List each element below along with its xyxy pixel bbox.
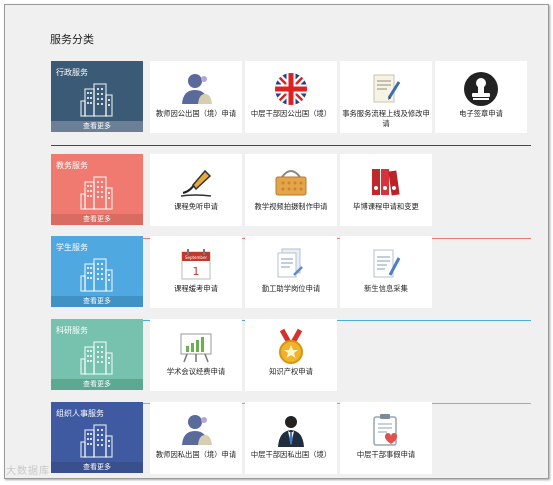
service-label: 新生信息采集 — [364, 284, 408, 293]
service-card[interactable]: 中层干部因公出国（境） — [245, 61, 337, 133]
category-block: 组织人事服务查看更多 — [51, 402, 143, 473]
person-icon — [177, 70, 215, 108]
service-label: 课程免听申请 — [174, 202, 218, 211]
building-icon — [80, 176, 113, 210]
watermark: 大数据库 — [6, 466, 50, 477]
category-name: 组织人事服务 — [56, 409, 104, 418]
window-frame: 服务分类 行政服务 查看更多 教师因公出国（境）申请 中层干部因公出国（境） 事务服务流… — [4, 4, 549, 479]
svg-text:1: 1 — [193, 265, 200, 278]
view-more-link[interactable]: 查看更多 — [51, 462, 143, 473]
service-card[interactable]: 知识产权申请 — [245, 319, 337, 391]
service-card[interactable]: September 1 课程缓考申请 — [150, 236, 242, 308]
service-label: 知识产权申请 — [269, 367, 313, 376]
building-icon — [80, 341, 113, 375]
service-card[interactable]: 教师因公出国（境）申请 — [150, 61, 242, 133]
binders-icon — [367, 163, 405, 201]
view-more-link[interactable]: 查看更多 — [51, 296, 143, 307]
section-divider — [51, 145, 531, 146]
form-pen-icon — [367, 245, 405, 283]
page-title: 服务分类 — [50, 34, 94, 46]
category-block: 教务服务查看更多 — [51, 154, 143, 225]
service-card[interactable]: 学术会议经费申请 — [150, 319, 242, 391]
document-pen-icon — [367, 70, 405, 108]
service-card[interactable]: 课程免听申请 — [150, 154, 242, 226]
category-name: 学生服务 — [56, 243, 88, 252]
clipboard-heart-icon — [367, 411, 405, 449]
category-name: 行政服务 — [56, 68, 88, 77]
basket-icon — [272, 163, 310, 201]
view-more-link[interactable]: 查看更多 — [51, 214, 143, 225]
service-card[interactable]: 毕博课程申请和变更 — [340, 154, 432, 226]
service-label: 电子签章申请 — [459, 109, 503, 118]
view-more-link[interactable]: 查看更多 — [51, 379, 143, 390]
category-block: 科研服务查看更多 — [51, 319, 143, 390]
service-label: 教师因公出国（境）申请 — [155, 109, 237, 118]
building-icon — [80, 83, 113, 117]
building-icon — [80, 258, 113, 292]
businessman-icon — [272, 411, 310, 449]
category-name: 教务服务 — [56, 161, 88, 170]
service-card[interactable]: 勤工助学岗位申请 — [245, 236, 337, 308]
service-card[interactable]: 中层干部因私出国（境） — [245, 402, 337, 474]
chart-board-icon — [177, 328, 215, 366]
service-label: 勤工助学岗位申请 — [261, 284, 321, 293]
view-more-link[interactable]: 查看更多 — [51, 121, 143, 132]
documents-icon — [272, 245, 310, 283]
service-label: 学术会议经费申请 — [166, 367, 226, 376]
service-card[interactable]: 教师因私出国（境）申请 — [150, 402, 242, 474]
service-label: 教学视频拍摄制作申请 — [254, 202, 328, 211]
medal-icon — [272, 328, 310, 366]
category-block: 行政服务查看更多 — [51, 61, 143, 132]
stamp-icon — [462, 70, 500, 108]
service-label: 中层干部事假申请 — [356, 450, 416, 459]
svg-text:September: September — [185, 255, 207, 260]
service-label: 毕博课程申请和变更 — [353, 202, 419, 211]
union-jack-icon — [272, 70, 310, 108]
service-card[interactable]: 电子签章申请 — [435, 61, 527, 133]
service-card[interactable]: 教学视频拍摄制作申请 — [245, 154, 337, 226]
service-card[interactable]: 中层干部事假申请 — [340, 402, 432, 474]
service-card[interactable]: 新生信息采集 — [340, 236, 432, 308]
calendar-icon: September 1 — [177, 245, 215, 283]
service-card[interactable]: 事务服务流程上线及修改申请 — [340, 61, 432, 133]
category-block: 学生服务查看更多 — [51, 236, 143, 307]
service-label: 课程缓考申请 — [174, 284, 218, 293]
service-label: 中层干部因公出国（境） — [250, 109, 332, 118]
pen-nib-icon — [177, 163, 215, 201]
service-panel: 服务分类 行政服务 查看更多 教师因公出国（境）申请 中层干部因公出国（境） 事务服务流… — [13, 13, 540, 474]
service-label: 中层干部因私出国（境） — [250, 450, 332, 459]
service-label: 事务服务流程上线及修改申请 — [342, 109, 430, 128]
person-icon — [177, 411, 215, 449]
category-name: 科研服务 — [56, 326, 88, 335]
service-label: 教师因私出国（境）申请 — [155, 450, 237, 459]
building-icon — [80, 424, 113, 458]
